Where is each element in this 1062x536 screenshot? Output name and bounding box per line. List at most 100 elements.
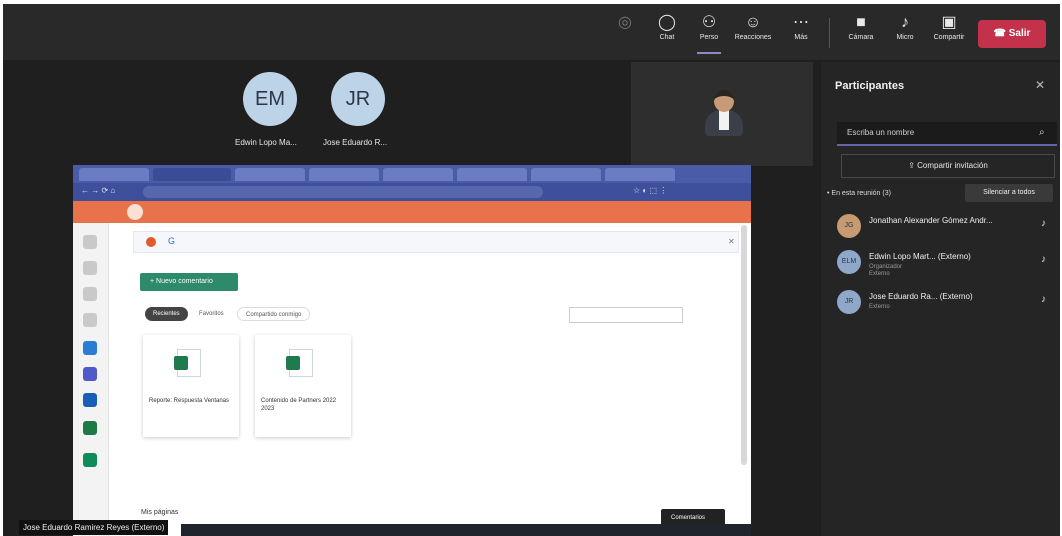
browser-nav-icons[interactable]: ← → ⟳ ⌂ — [81, 186, 115, 195]
participant-name: Jose Eduardo Ra... (Externo) — [869, 292, 973, 301]
in-meeting-section-label[interactable]: • En esta reunión (3) — [827, 190, 891, 197]
reaction-icon: ☺ — [744, 14, 762, 31]
participant-row[interactable]: ELM Edwin Lopo Mart... (Externo) Organiz… — [821, 248, 1060, 278]
tile-name-jr: Jose Eduardo R... — [323, 138, 388, 147]
microphone-icon: ♪ — [1041, 294, 1046, 305]
browser-tab[interactable] — [383, 168, 453, 181]
shared-screen[interactable]: ← → ⟳ ⌂ ☆ ◐ ⬚ ⋮ G ✕ + Nuevo comentario R… — [73, 165, 751, 536]
participant-role: Externo — [869, 304, 890, 310]
app-left-rail — [73, 223, 109, 536]
browser-tab[interactable] — [531, 168, 601, 181]
panel-title: Participantes — [835, 80, 905, 92]
browser-tab[interactable] — [79, 168, 149, 181]
new-document-button[interactable]: + Nuevo comentario — [140, 273, 238, 291]
close-icon[interactable]: ✕ — [1035, 78, 1045, 92]
document-title: Contenido de Partners 2022 2023 — [261, 398, 337, 412]
app-logo — [127, 204, 143, 220]
browser-tab-active[interactable] — [153, 168, 231, 181]
info-banner: G ✕ — [133, 231, 739, 253]
participants-panel: Participantes ✕ Escriba un nombre ⌕ ⇪ Co… — [821, 62, 1060, 536]
share-screen-button[interactable]: ▣ Compartir — [927, 12, 971, 54]
microphone-icon: ♪ — [1041, 218, 1046, 229]
participant-row[interactable]: JG Jonathan Alexander Gómez Andr... ♪ — [821, 212, 1060, 242]
my-pages-heading: Mis páginas — [141, 509, 179, 516]
alert-icon — [146, 237, 156, 247]
leave-call-button[interactable]: ☎ Salir — [978, 20, 1046, 48]
avatar: ELM — [837, 250, 861, 274]
avatar: JR — [837, 290, 861, 314]
toolbar-camera-off-button[interactable]: ◎ — [603, 12, 647, 54]
chat-label: Chat — [659, 34, 675, 41]
browser-tab[interactable] — [605, 168, 675, 181]
participant-role: Externo — [869, 271, 890, 277]
address-bar[interactable] — [143, 186, 543, 198]
browser-tab[interactable] — [457, 168, 527, 181]
self-video-tile[interactable] — [631, 62, 813, 166]
avatar-jr[interactable]: JR — [331, 72, 385, 126]
document-card[interactable]: Contenido de Partners 2022 2023 — [255, 335, 351, 437]
browser-tab[interactable] — [309, 168, 379, 181]
browser-tab-strip — [73, 165, 751, 183]
outlook-icon[interactable] — [83, 341, 97, 355]
chat-icon: ◯ — [658, 14, 676, 31]
microphone-button[interactable]: ♪ Micro — [883, 12, 927, 54]
search-icon[interactable]: ⌕ — [1039, 122, 1045, 144]
browser-extension-icons[interactable]: ☆ ◐ ⬚ ⋮ — [633, 186, 667, 195]
search-placeholder: Escriba un nombre — [847, 128, 915, 137]
apps-icon[interactable] — [83, 313, 97, 327]
mic-label: Micro — [896, 34, 914, 41]
document-title: Reporte: Respuesta Ventanas — [149, 398, 230, 404]
avatar-em[interactable]: EM — [243, 72, 297, 126]
leave-label: Salir — [1008, 28, 1031, 39]
more-button[interactable]: ⋯ Más — [779, 12, 823, 54]
filter-favorites[interactable]: Favoritos — [191, 307, 232, 321]
people-button[interactable]: ⚇ Perso — [687, 12, 731, 54]
teams-icon[interactable] — [83, 367, 97, 381]
participant-search-input[interactable]: Escriba un nombre ⌕ — [837, 122, 1057, 146]
toolbar-divider — [829, 18, 830, 48]
filter-shared[interactable]: Compartido conmigo — [237, 307, 311, 321]
close-icon[interactable]: ✕ — [728, 237, 735, 246]
home-icon[interactable] — [83, 235, 97, 249]
folder-icon[interactable] — [83, 287, 97, 301]
sort-dropdown[interactable] — [569, 307, 683, 323]
reactions-button[interactable]: ☺ Reacciones — [731, 12, 775, 54]
share-invite-button[interactable]: ⇪ Compartir invitación — [841, 154, 1055, 178]
scrollbar[interactable] — [741, 225, 747, 465]
excel-icon[interactable] — [83, 421, 97, 435]
microphone-icon: ♪ — [901, 14, 909, 31]
self-video-person — [703, 88, 745, 138]
video-icon: ■ — [856, 14, 866, 31]
excel-file-icon — [174, 349, 201, 377]
participant-name: Edwin Lopo Mart... (Externo) — [869, 252, 971, 261]
presenter-caption: Jose Eduardo Ramirez Reyes (Externo) — [19, 520, 169, 535]
meeting-toolbar: ◎ ◯ Chat ⚇ Perso ☺ Reacciones ⋯ Más ■ Cá… — [3, 4, 1060, 60]
camera-button[interactable]: ■ Cámara — [839, 12, 883, 54]
people-label: Perso — [699, 34, 719, 41]
reactions-label: Reacciones — [734, 34, 772, 41]
filter-recent[interactable]: Recientes — [145, 307, 188, 321]
microphone-icon: ♪ — [1041, 254, 1046, 265]
phone-hangup-icon: ☎ — [993, 28, 1009, 39]
browser-toolbar: ← → ⟳ ⌂ ☆ ◐ ⬚ ⋮ — [73, 183, 751, 201]
browser-tab[interactable] — [235, 168, 305, 181]
google-icon: G — [168, 236, 176, 246]
share-screen-icon: ▣ — [941, 14, 957, 31]
document-card[interactable]: Reporte: Respuesta Ventanas — [143, 335, 239, 437]
tile-name-em: Edwin Lopo Ma... — [235, 138, 297, 147]
loop-icon[interactable] — [83, 453, 97, 467]
mute-all-button[interactable]: Silenciar a todos — [965, 184, 1053, 202]
people-icon: ⚇ — [701, 14, 717, 31]
teams-window: ◎ ◯ Chat ⚇ Perso ☺ Reacciones ⋯ Más ■ Cá… — [3, 4, 1060, 536]
camera-icon: ◎ — [618, 14, 632, 31]
chat-button[interactable]: ◯ Chat — [645, 12, 689, 54]
camera-label: Cámara — [848, 34, 874, 41]
avatar: JG — [837, 214, 861, 238]
create-icon[interactable] — [83, 261, 97, 275]
more-icon: ⋯ — [793, 14, 809, 31]
app-header — [73, 201, 751, 223]
share-label: Compartir — [933, 34, 965, 41]
word-icon[interactable] — [83, 393, 97, 407]
participant-row[interactable]: JR Jose Eduardo Ra... (Externo) Externo … — [821, 288, 1060, 318]
windows-taskbar — [181, 524, 751, 536]
